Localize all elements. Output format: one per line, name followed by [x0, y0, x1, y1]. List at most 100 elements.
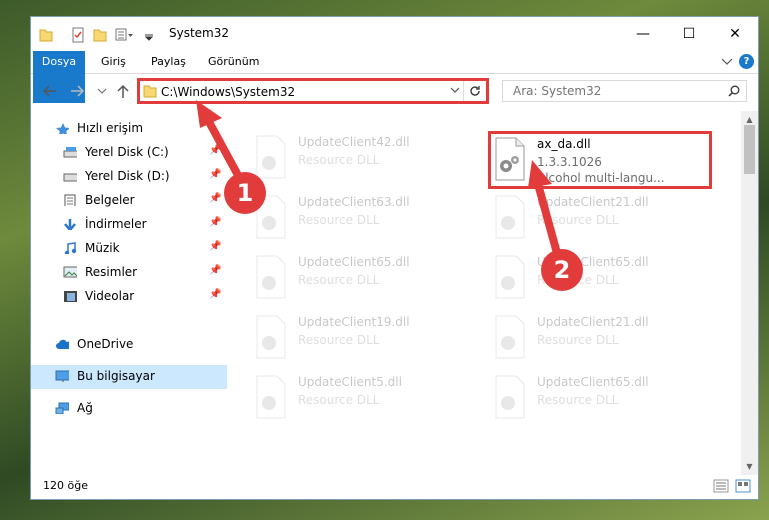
- pin-icon[interactable]: 📌: [209, 217, 221, 228]
- back-arrow-icon[interactable]: [42, 84, 58, 98]
- dll-file-icon: [495, 255, 525, 299]
- file-item[interactable]: UpdateClient65.dll Resource DLL: [492, 255, 722, 307]
- file-name: UpdateClient63.dll: [298, 195, 410, 209]
- forward-arrow-icon[interactable]: [69, 84, 85, 98]
- sidebar-item-videos[interactable]: Videolar 📌: [31, 285, 227, 309]
- close-button[interactable]: ✕: [712, 17, 758, 51]
- pin-icon[interactable]: 📌: [209, 265, 221, 276]
- maximize-button[interactable]: ☐: [666, 17, 712, 51]
- sidebar-item-downloads[interactable]: İndirmeler 📌: [31, 213, 227, 237]
- ribbon-tabs: Dosya Giriş Paylaş Görünüm ?: [31, 51, 758, 103]
- dll-file-icon: [256, 255, 286, 299]
- dll-file-icon: [495, 315, 525, 359]
- scroll-down-icon[interactable]: ▼: [741, 458, 758, 475]
- dll-file-icon: [256, 375, 286, 419]
- details-view-icon[interactable]: [713, 479, 729, 493]
- search-icon[interactable]: [728, 85, 740, 97]
- drive-icon: [63, 173, 77, 182]
- sidebar-item-this-pc[interactable]: Bu bilgisayar: [31, 365, 227, 389]
- up-arrow-icon[interactable]: [116, 83, 130, 99]
- sidebar-item-local-disk-d[interactable]: Yerel Disk (D:) 📌: [31, 165, 227, 189]
- file-detail: Resource DLL: [298, 153, 380, 167]
- explorer-window: System32 — ☐ ✕ Dosya Giriş Paylaş Görünü…: [31, 17, 758, 499]
- search-box[interactable]: [502, 80, 747, 102]
- address-path[interactable]: C:\Windows\System32: [161, 85, 295, 99]
- file-name: UpdateClient21.dll: [537, 195, 649, 209]
- sidebar-item-label: Müzik: [85, 241, 120, 255]
- title-bar: System32 — ☐ ✕: [31, 17, 758, 51]
- sidebar-item-label: Ağ: [77, 401, 93, 415]
- file-name: UpdateClient65.dll: [298, 255, 410, 269]
- step-1-badge: 1: [224, 172, 266, 214]
- sidebar-item-documents[interactable]: Belgeler 📌: [31, 189, 227, 213]
- pin-icon[interactable]: 📌: [209, 241, 221, 252]
- download-icon: [64, 219, 76, 230]
- minimize-button[interactable]: —: [620, 17, 666, 51]
- sidebar-item-label: Hızlı erişim: [77, 121, 144, 135]
- video-icon: [64, 291, 77, 302]
- sidebar-item-local-disk-c[interactable]: Yerel Disk (C:) 📌: [31, 141, 227, 165]
- chevron-down-icon[interactable]: [143, 27, 155, 43]
- file-item[interactable]: UpdateClient21.dll Resource DLL: [492, 195, 722, 247]
- sidebar-item-quick-access[interactable]: Hızlı erişim: [31, 117, 227, 141]
- file-item[interactable]: UpdateClient19.dll Resource DLL: [253, 315, 483, 367]
- file-item[interactable]: UpdateClient5.dll Resource DLL: [253, 375, 483, 427]
- customize-toolbar-icon[interactable]: [115, 27, 135, 43]
- address-bar[interactable]: C:\Windows\System32: [137, 78, 489, 104]
- file-name: UpdateClient5.dll: [298, 375, 402, 389]
- file-item[interactable]: UpdateClient65.dll Resource DLL: [253, 255, 483, 307]
- sidebar-item-pictures[interactable]: Resimler 📌: [31, 261, 227, 285]
- star-icon: [56, 123, 69, 134]
- tab-view[interactable]: Görünüm: [208, 51, 259, 73]
- tab-home[interactable]: Giriş: [101, 51, 126, 73]
- file-detail: Resource DLL: [298, 333, 380, 347]
- pin-icon[interactable]: 📌: [209, 145, 221, 156]
- expand-ribbon-icon[interactable]: [721, 58, 733, 66]
- file-detail: Resource DLL: [298, 393, 380, 407]
- file-item[interactable]: UpdateClient21.dll Resource DLL: [492, 315, 722, 367]
- sidebar-item-label: Resimler: [85, 265, 138, 279]
- file-item[interactable]: UpdateClient65.dll Resource DLL: [492, 375, 722, 427]
- pin-icon[interactable]: 📌: [209, 193, 221, 204]
- chevron-down-icon[interactable]: [450, 87, 460, 95]
- sidebar-item-music[interactable]: Müzik 📌: [31, 237, 227, 261]
- large-icons-view-icon[interactable]: [735, 479, 751, 493]
- properties-icon[interactable]: [71, 27, 85, 43]
- vertical-scrollbar[interactable]: ▲ ▼: [741, 111, 758, 475]
- sidebar-item-label: OneDrive: [77, 337, 134, 351]
- pin-icon[interactable]: 📌: [209, 169, 221, 180]
- file-item[interactable]: UpdateClient63.dll Resource DLL: [253, 195, 483, 247]
- file-item[interactable]: UpdateClient42.dll Resource DLL: [253, 135, 483, 187]
- file-name: UpdateClient42.dll: [298, 135, 410, 149]
- file-name: UpdateClient19.dll: [298, 315, 410, 329]
- refresh-button[interactable]: [463, 81, 486, 101]
- computer-icon: [55, 370, 69, 382]
- help-button[interactable]: ?: [739, 54, 754, 69]
- file-detail: Resource DLL: [298, 273, 380, 287]
- file-highlight-box: [488, 131, 712, 189]
- dll-file-icon: [495, 195, 525, 239]
- search-input[interactable]: [511, 83, 715, 99]
- dll-file-icon: [495, 375, 525, 419]
- folder-icon: [143, 85, 157, 98]
- sidebar-item-label: Yerel Disk (D:): [85, 169, 170, 183]
- new-folder-icon[interactable]: [93, 27, 107, 43]
- file-detail: Resource DLL: [537, 213, 619, 227]
- pin-icon[interactable]: 📌: [209, 289, 221, 300]
- scroll-thumb[interactable]: [744, 125, 755, 174]
- refresh-icon: [470, 86, 480, 96]
- dll-file-icon: [256, 315, 286, 359]
- status-bar: 120 öğe: [31, 475, 758, 499]
- documents-icon: [64, 194, 76, 206]
- tab-share[interactable]: Paylaş: [151, 51, 186, 73]
- file-list: UpdateClient42.dll Resource DLL ax_da.dl…: [227, 111, 741, 475]
- sidebar-item-label: Bu bilgisayar: [77, 369, 155, 383]
- step-2-badge: 2: [541, 249, 583, 291]
- navigation-pane: Hızlı erişim Yerel Disk (C:) 📌 Yerel Dis…: [31, 111, 227, 475]
- sidebar-item-network[interactable]: Ağ: [31, 397, 227, 421]
- sidebar-item-label: Videolar: [85, 289, 135, 303]
- file-detail: Resource DLL: [537, 393, 619, 407]
- recent-locations-icon[interactable]: [97, 88, 107, 96]
- sidebar-item-onedrive[interactable]: OneDrive: [31, 333, 227, 357]
- drive-icon: [63, 147, 77, 158]
